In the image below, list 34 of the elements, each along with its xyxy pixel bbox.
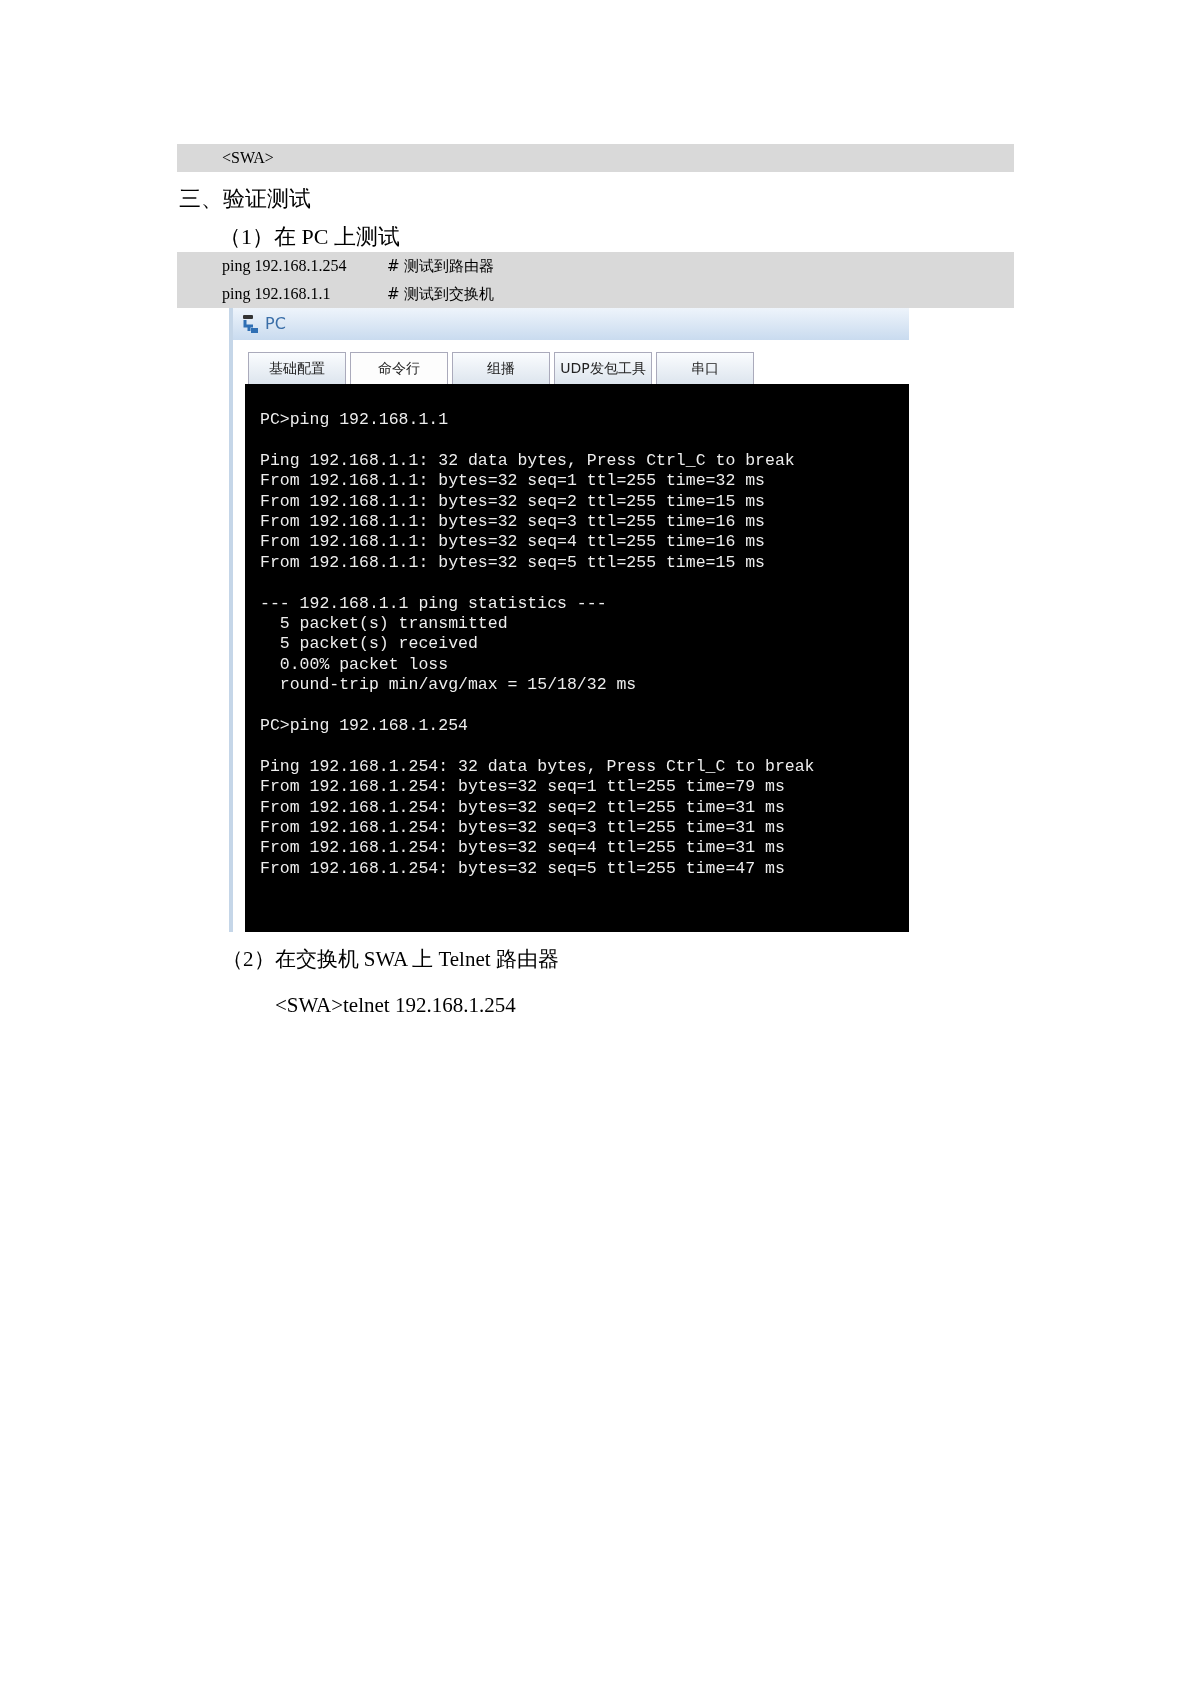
tab[interactable]: 串口 bbox=[656, 352, 754, 384]
window-title: PC bbox=[265, 313, 286, 335]
tab[interactable]: 命令行 bbox=[350, 352, 448, 384]
command-comment: # 测试到交换机 bbox=[387, 283, 495, 305]
terminal-line: Ping 192.168.1.254: 32 data bytes, Press Ctrl_C to break bbox=[260, 756, 816, 778]
command-comment: # 测试到路由器 bbox=[387, 255, 495, 277]
terminal-line: --- 192.168.1.1 ping statistics --- bbox=[260, 593, 608, 615]
terminal-line: From 192.168.1.1: bytes=32 seq=3 ttl=255 time=16 ms bbox=[260, 512, 766, 533]
terminal-line: PC>ping 192.168.1.1 bbox=[260, 410, 450, 431]
terminal-line: From 192.168.1.254: bytes=32 seq=3 ttl=255 time=31 ms bbox=[260, 818, 786, 839]
terminal-line: From 192.168.1.254: bytes=32 seq=1 ttl=255 time=79 ms bbox=[260, 777, 786, 798]
command-text: ping 192.168.1.1 bbox=[222, 284, 332, 305]
terminal-line: 5 packet(s) transmitted bbox=[278, 614, 509, 635]
terminal-line: From 192.168.1.1: bytes=32 seq=5 ttl=255 time=15 ms bbox=[260, 552, 766, 574]
terminal-line: From 192.168.1.254: bytes=32 seq=4 ttl=255 time=31 ms bbox=[260, 838, 786, 859]
terminal-line: 5 packet(s) received bbox=[278, 634, 479, 655]
terminal-line: From 192.168.1.1: bytes=32 seq=2 ttl=255 time=15 ms bbox=[260, 491, 766, 512]
terminal-line: PC>ping 192.168.1.254 bbox=[260, 716, 469, 737]
terminal-line: From 192.168.1.254: bytes=32 seq=2 ttl=255 time=31 ms bbox=[260, 797, 786, 819]
terminal-line: Ping 192.168.1.1: 32 data bytes, Press Ctrl_C to break bbox=[260, 450, 796, 472]
command-text: ping 192.168.1.254 bbox=[222, 256, 348, 277]
terminal-line: From 192.168.1.1: bytes=32 seq=4 ttl=255 time=16 ms bbox=[260, 532, 766, 553]
command-text: <SWA>telnet 192.168.1.254 bbox=[274, 991, 517, 1019]
section-heading: 三、验证测试 bbox=[178, 185, 312, 213]
terminal-line: 0.00% packet loss bbox=[278, 654, 450, 676]
terminal-line: From 192.168.1.1: bytes=32 seq=1 ttl=255 time=32 ms bbox=[260, 471, 766, 492]
step-heading: （2）在交换机 SWA 上 Telnet 路由器 bbox=[221, 946, 560, 973]
step-heading: （1）在 PC 上测试 bbox=[218, 223, 401, 251]
tab[interactable]: UDP发包工具 bbox=[554, 352, 652, 384]
tab[interactable]: 组播 bbox=[452, 352, 550, 384]
terminal-line: round-trip min/avg/max = 15/18/32 ms bbox=[278, 675, 638, 696]
network-icon bbox=[241, 314, 259, 334]
tab[interactable]: 基础配置 bbox=[248, 352, 346, 384]
terminal-line: From 192.168.1.254: bytes=32 seq=5 ttl=255 time=47 ms bbox=[260, 858, 786, 880]
